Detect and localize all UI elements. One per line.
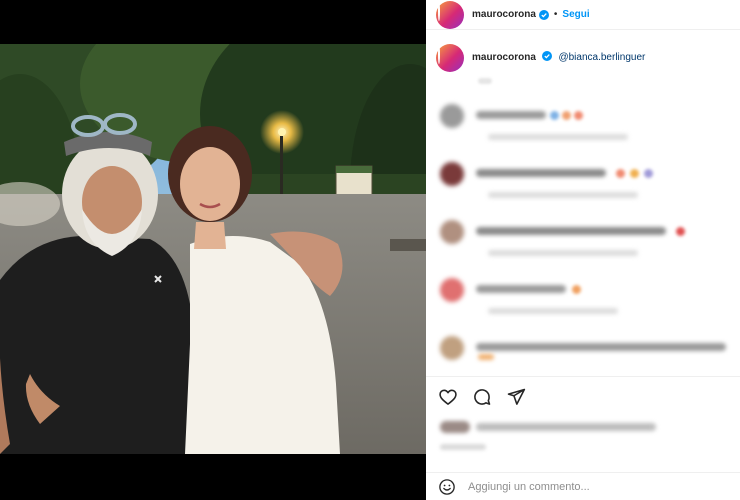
emoji-blurred (616, 169, 625, 178)
list-item (436, 220, 736, 270)
comment-bubble-icon[interactable] (472, 387, 492, 407)
likes-text-blurred (476, 423, 656, 431)
emoji-blurred (676, 227, 685, 236)
follow-button[interactable]: Segui (562, 9, 589, 20)
comment-meta-blurred (488, 134, 628, 140)
post-actions (426, 376, 740, 416)
paper-plane-icon[interactable] (506, 387, 526, 407)
header-separator: • (553, 9, 558, 20)
photo-illustration (0, 44, 426, 454)
commenter-avatar[interactable] (440, 336, 464, 360)
comment-meta-blurred (488, 308, 618, 314)
add-comment-bar (426, 472, 740, 500)
verified-badge-icon (538, 9, 549, 20)
emoji-blurred (574, 111, 583, 120)
comment-text-blurred (476, 111, 546, 119)
caption-username[interactable]: maurocorona (472, 52, 536, 63)
post-sidebar: maurocorona • Segui maurocorona @bianca.… (426, 0, 740, 500)
emoji-blurred (550, 111, 559, 120)
caption-text: maurocorona @bianca.berlinguer (472, 44, 645, 63)
post-photo[interactable] (0, 44, 426, 454)
liker-avatars (440, 421, 470, 433)
post-caption: maurocorona @bianca.berlinguer (426, 30, 740, 72)
list-item (436, 104, 736, 154)
commenter-avatar[interactable] (440, 278, 464, 302)
commenter-avatar[interactable] (440, 220, 464, 244)
caption-mention[interactable]: @bianca.berlinguer (558, 52, 645, 63)
comment-text-blurred (476, 285, 566, 293)
post-header: maurocorona • Segui (426, 0, 740, 30)
comment-text-blurred (476, 169, 606, 177)
emoji-blurred (644, 169, 653, 178)
emoji-smiley-icon[interactable] (438, 478, 456, 496)
comment-meta-blurred (488, 250, 638, 256)
emoji-blurred (478, 354, 494, 360)
caption-avatar[interactable] (436, 44, 464, 72)
comment-text-blurred (476, 343, 726, 351)
post-date-blurred (440, 444, 486, 450)
post-media-pane (0, 0, 426, 500)
verified-badge-icon (541, 51, 552, 61)
commenter-avatar[interactable] (440, 104, 464, 128)
comment-input[interactable] (468, 480, 708, 493)
caption-timestamp-blurred (478, 78, 492, 84)
comment-meta-blurred (488, 192, 638, 198)
author-avatar[interactable] (436, 0, 464, 29)
heart-icon[interactable] (438, 387, 458, 407)
list-item (436, 162, 736, 212)
list-item (436, 278, 736, 328)
commenter-avatar[interactable] (440, 162, 464, 186)
emoji-blurred (630, 169, 639, 178)
emoji-blurred (562, 111, 571, 120)
comment-text-blurred (476, 227, 666, 235)
emoji-blurred (572, 285, 581, 294)
likes-summary-blurred[interactable] (440, 420, 670, 434)
author-username[interactable]: maurocorona (472, 9, 536, 20)
